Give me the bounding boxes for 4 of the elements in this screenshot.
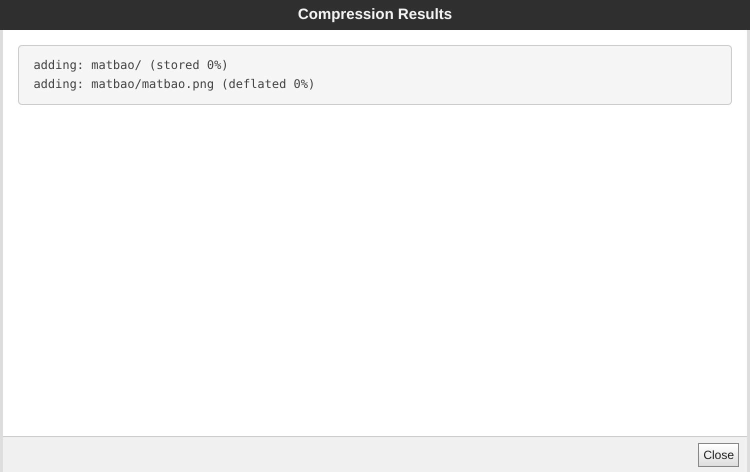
close-button[interactable]: Close xyxy=(698,442,739,466)
output-line: adding: matbao/ (stored 0%) xyxy=(32,57,230,74)
window-title: Compression Results xyxy=(0,0,750,30)
output-line: adding: matbao/matbao.png (deflated 0%) xyxy=(32,76,316,93)
